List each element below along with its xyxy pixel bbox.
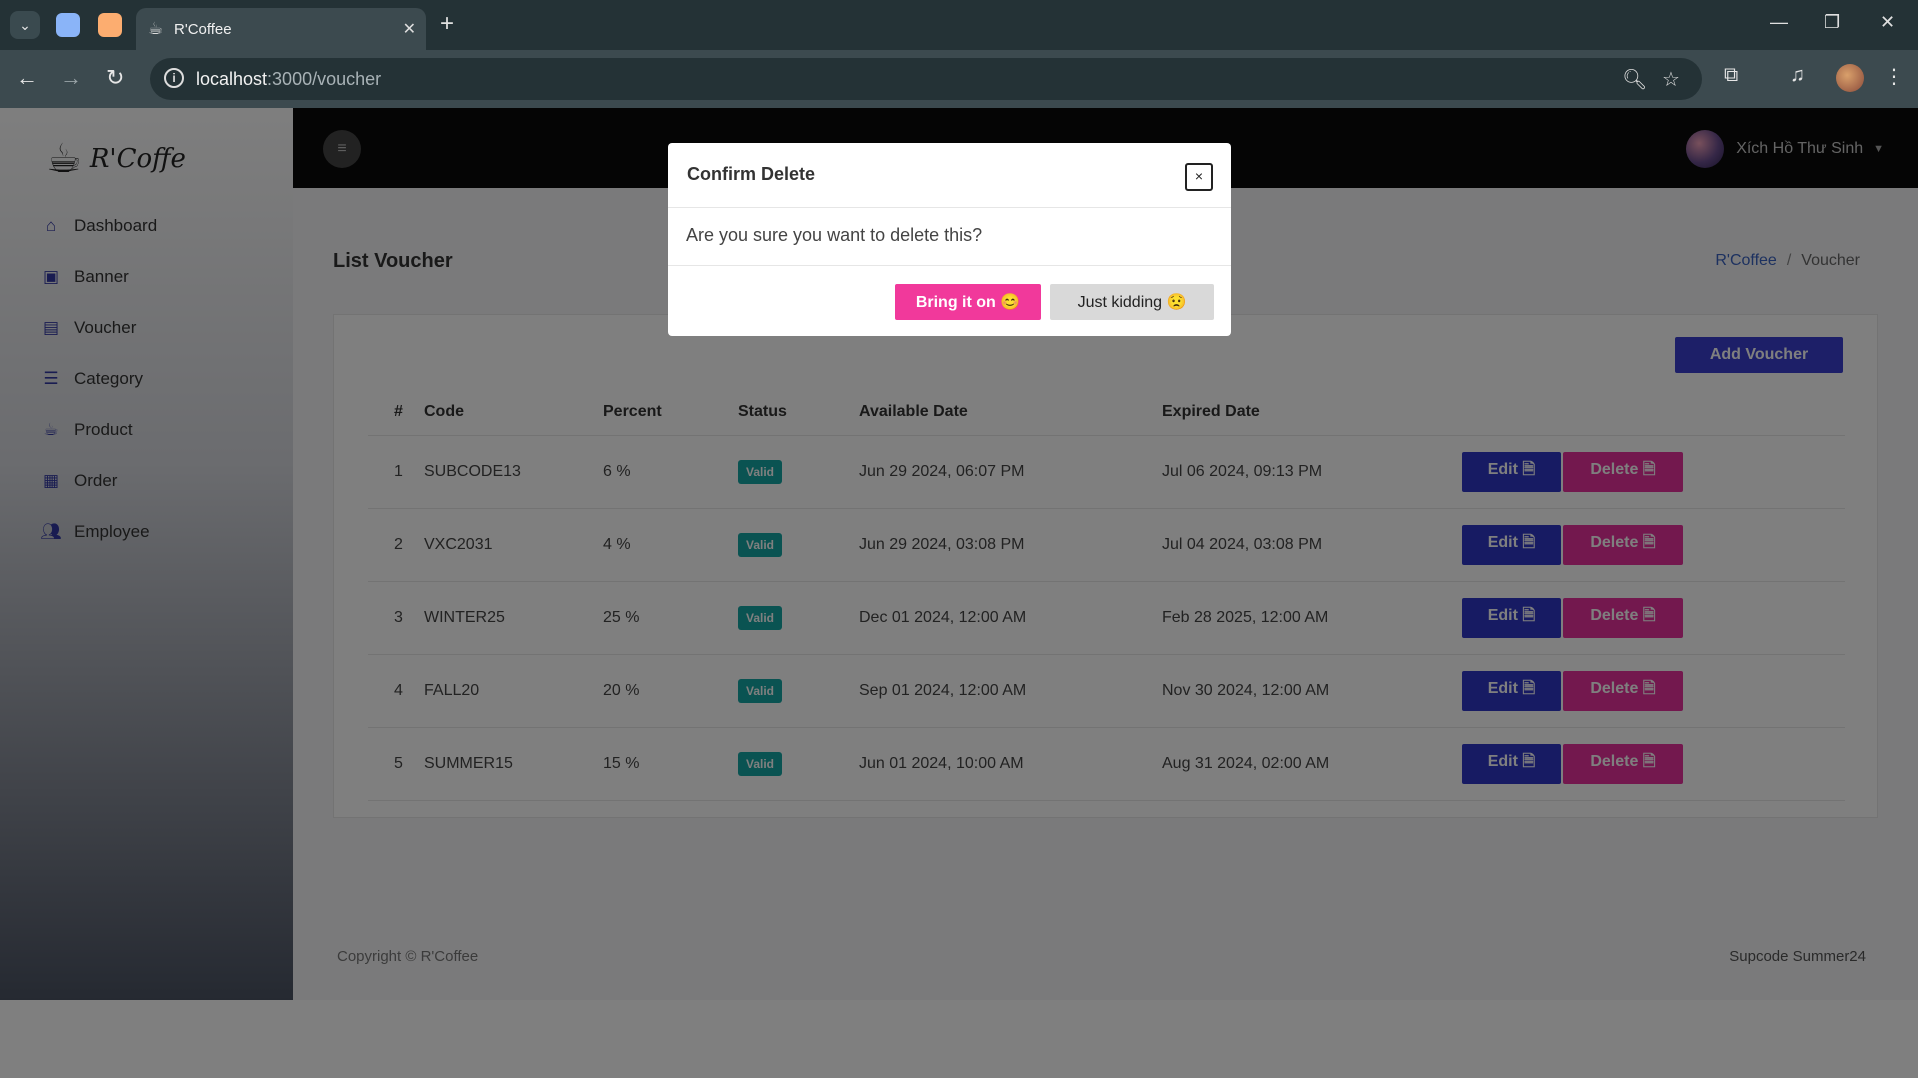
url-text[interactable]: localhost:3000/voucher (196, 69, 381, 90)
site-info-icon[interactable]: i (164, 68, 184, 88)
minimize-icon[interactable]: — (1770, 12, 1788, 33)
tab-title: R'Coffee (174, 21, 232, 38)
confirm-delete-button[interactable]: Bring it on 😊 (895, 284, 1041, 320)
modal-message: Are you sure you want to delete this? (686, 225, 983, 245)
close-icon[interactable]: × (1185, 163, 1213, 191)
browser-tab[interactable]: ☕ R'Coffee ✕ (136, 8, 426, 50)
url-field[interactable]: i localhost:3000/voucher 🔍︎ ☆ (150, 58, 1702, 100)
forward-icon[interactable]: → (60, 65, 82, 91)
coffee-favicon-icon: ☕ (148, 19, 164, 38)
modal-footer: Bring it on 😊 Just kidding 😟 (668, 265, 1231, 336)
cancel-delete-button[interactable]: Just kidding 😟 (1050, 284, 1214, 320)
back-icon[interactable]: ← (16, 65, 38, 91)
zoom-icon[interactable]: 🔍︎ (1622, 67, 1647, 92)
browser-tab-bar: ⌄ ☕ R'Coffee ✕ + — ❐ ✕ (0, 0, 1918, 50)
reload-icon[interactable]: ↻ (106, 65, 124, 91)
modal-title: Confirm Delete (687, 164, 816, 184)
tab-search-button[interactable]: ⌄ (10, 11, 40, 39)
bookmark-star-icon[interactable]: ☆ (1662, 67, 1680, 92)
close-tab-icon[interactable]: ✕ (403, 19, 416, 39)
confirm-delete-modal: Confirm Delete × Are you sure you want t… (668, 143, 1231, 336)
browser-address-bar: ← → ↻ i localhost:3000/voucher 🔍︎ ☆ ⧉ ♫ … (0, 50, 1918, 108)
modal-header: Confirm Delete × (668, 143, 1231, 208)
new-tab-button[interactable]: + (440, 10, 454, 38)
browser-menu-icon[interactable]: ⋮ (1884, 64, 1904, 89)
extensions-icon[interactable]: ⧉ (1724, 64, 1738, 87)
tab-group-blue-icon[interactable] (56, 13, 80, 37)
browser-profile-avatar[interactable] (1836, 64, 1864, 92)
media-control-icon[interactable]: ♫ (1790, 64, 1805, 87)
tab-group-orange-icon[interactable] (98, 13, 122, 37)
restore-icon[interactable]: ❐ (1824, 12, 1840, 33)
close-window-icon[interactable]: ✕ (1880, 12, 1895, 33)
